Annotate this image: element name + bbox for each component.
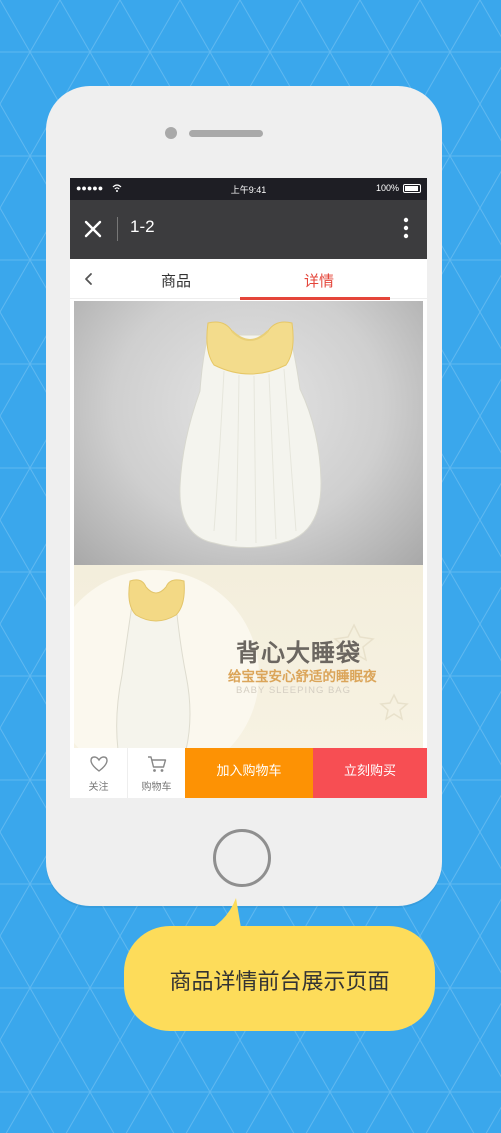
battery-icon	[403, 184, 421, 193]
product-detail-image: 背心大睡袋 给宝宝安心舒适的睡眠夜 BABY SLEEPING BAG	[74, 301, 423, 750]
phone-camera	[165, 127, 177, 139]
status-time: 上午9:41	[230, 185, 267, 195]
buy-now-button[interactable]: 立刻购买	[313, 748, 427, 798]
nav-title: 1-2	[130, 217, 155, 236]
home-button[interactable]	[213, 829, 271, 887]
cart-label: 购物车	[141, 782, 172, 793]
banner-subtitle: 给宝宝安心舒适的睡眠夜	[228, 669, 377, 685]
follow-label: 关注	[88, 782, 109, 793]
tab-goods[interactable]: 商品	[161, 270, 191, 291]
cart-icon	[147, 756, 166, 772]
follow-button[interactable]: 关注	[70, 748, 128, 798]
product-banner: 背心大睡袋 给宝宝安心舒适的睡眠夜 BABY SLEEPING BAG	[74, 565, 423, 750]
banner-english: BABY SLEEPING BAG	[236, 685, 352, 696]
battery-percent: 100%	[375, 183, 399, 193]
sleeping-bag-illustration	[179, 321, 322, 549]
chevron-left-icon[interactable]	[80, 270, 98, 288]
tab-active-indicator	[240, 297, 390, 300]
heart-icon	[89, 756, 108, 772]
tab-bar: 商品 详情	[70, 259, 427, 299]
nav-divider	[117, 217, 118, 241]
close-icon[interactable]	[82, 218, 104, 240]
caption-bubble: 商品详情前台展示页面	[124, 926, 435, 1031]
more-icon[interactable]	[403, 216, 409, 240]
nav-bar: 1-2	[70, 200, 427, 259]
add-to-cart-button[interactable]: 加入购物车	[185, 748, 313, 798]
caption-text: 商品详情前台展示页面	[169, 970, 390, 995]
cart-button[interactable]: 购物车	[128, 748, 185, 798]
product-photo	[74, 301, 423, 565]
banner-title: 背心大睡袋	[236, 639, 361, 667]
phone-screen: ●●●●● 上午9:41 100% 1-2 商品 详情 背心大睡袋 给宝宝安心舒…	[70, 178, 427, 798]
status-bar: ●●●●● 上午9:41 100%	[70, 178, 427, 200]
bottom-action-bar: 关注 购物车 加入购物车 立刻购买	[70, 748, 427, 798]
tab-detail[interactable]: 详情	[304, 270, 334, 291]
phone-speaker	[189, 130, 263, 137]
